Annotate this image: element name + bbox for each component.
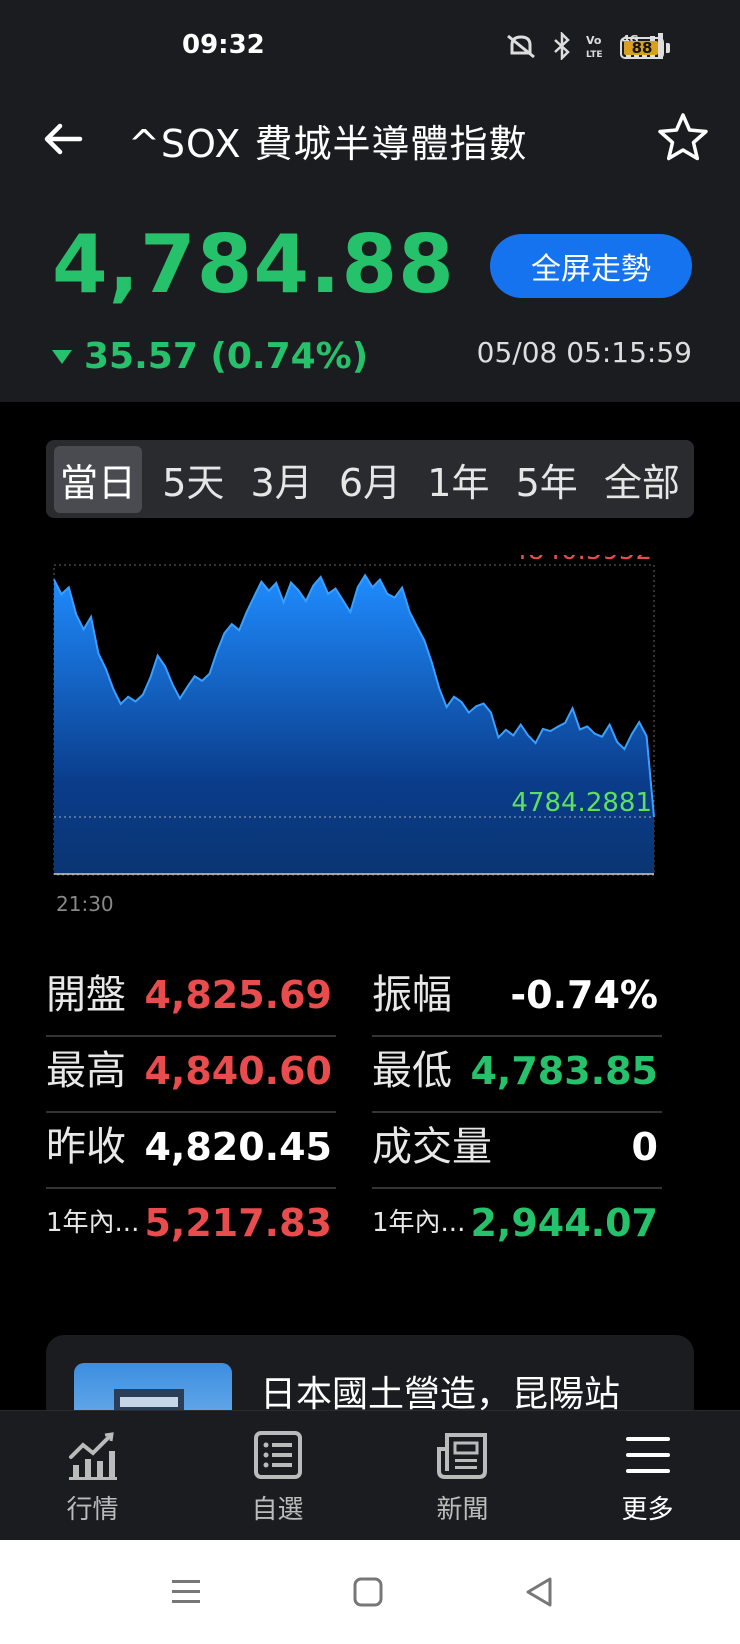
page-title: ^SOX 費城半導體指數	[128, 122, 528, 166]
stat-low: 最低 4,783.85	[372, 1031, 662, 1111]
x-start-label: 21:30	[56, 892, 114, 916]
triangle-down-icon	[52, 349, 72, 364]
nav-label: 更多	[621, 1494, 674, 1525]
nav-news[interactable]: 新聞	[403, 1427, 523, 1526]
stat-label: 昨收	[46, 1124, 126, 1170]
stat-52w-low: 1年內... 2,944.07	[372, 1183, 662, 1263]
mute-icon	[507, 34, 535, 59]
battery-text: 88	[631, 39, 653, 57]
list-icon	[253, 1430, 302, 1479]
tab-5d[interactable]: 5天	[156, 446, 230, 513]
stat-open: 開盤 4,825.69	[46, 955, 336, 1035]
fullscreen-chart-button[interactable]: 全屏走勢	[490, 234, 692, 298]
tab-5y[interactable]: 5年	[510, 446, 584, 513]
stat-value: 4,825.69	[144, 973, 332, 1017]
nav-more[interactable]: 更多	[588, 1427, 708, 1526]
nav-label: 行情	[66, 1494, 119, 1525]
home-icon[interactable]	[348, 1572, 388, 1612]
nav-label: 新聞	[436, 1494, 489, 1525]
stat-value: 2,944.07	[470, 1201, 658, 1245]
stat-volume: 成交量 0	[372, 1107, 662, 1187]
stat-label: 1年內...	[372, 1208, 466, 1238]
system-nav-bar	[0, 1540, 740, 1644]
stat-label: 最低	[372, 1048, 452, 1094]
price-change-text: 35.57 (0.74%)	[84, 336, 369, 377]
battery-tip	[666, 43, 670, 53]
chart-trend-icon	[68, 1431, 117, 1480]
bottom-nav: 行情 自選 新聞 更多	[0, 1410, 740, 1541]
intraday-chart[interactable]: 4840.5952 4784.2881 21:30	[50, 555, 690, 955]
stat-label: 開盤	[46, 972, 126, 1018]
bluetooth-icon	[554, 32, 570, 60]
tab-intraday[interactable]: 當日	[54, 445, 143, 513]
price-area	[54, 575, 654, 874]
stat-52w-high: 1年內... 5,217.83	[46, 1183, 336, 1263]
nav-market[interactable]: 行情	[33, 1427, 153, 1526]
quote-timestamp: 05/08 05:15:59	[476, 336, 692, 369]
stat-label: 最高	[46, 1048, 126, 1094]
newspaper-icon	[436, 1432, 487, 1479]
stat-value: 0	[631, 1125, 658, 1169]
arrow-left-icon[interactable]	[40, 115, 88, 163]
stat-value: 5,217.83	[144, 1201, 332, 1245]
stat-value: -0.74%	[510, 973, 658, 1017]
stat-high: 最高 4,840.60	[46, 1031, 336, 1111]
stat-value: 4,820.45	[144, 1125, 332, 1169]
back-triangle-icon[interactable]	[520, 1572, 560, 1612]
price-change: 35.57 (0.74%)	[52, 336, 368, 377]
stat-label: 振幅	[372, 972, 452, 1018]
svg-text:Vo: Vo	[586, 34, 602, 47]
stat-prev-close: 昨收 4,820.45	[46, 1107, 336, 1187]
status-time: 09:32	[182, 30, 265, 60]
star-outline-icon[interactable]	[655, 110, 711, 166]
recents-icon[interactable]	[166, 1572, 206, 1612]
volte-icon: Vo LTE	[586, 34, 603, 60]
nav-watchlist[interactable]: 自選	[218, 1427, 338, 1526]
menu-icon	[625, 1436, 670, 1473]
svg-text:LTE: LTE	[586, 50, 603, 60]
tab-6m[interactable]: 6月	[333, 446, 407, 513]
current-price: 4,784.88	[52, 218, 455, 311]
max-label: 4840.5952	[511, 555, 652, 566]
tab-1y[interactable]: 1年	[421, 446, 495, 513]
min-label: 4784.2881	[511, 788, 652, 818]
stat-label: 成交量	[372, 1124, 492, 1170]
tab-3m[interactable]: 3月	[245, 446, 319, 513]
nav-label: 自選	[251, 1494, 304, 1525]
tab-all[interactable]: 全部	[598, 446, 686, 513]
stat-value: 4,783.85	[470, 1049, 658, 1093]
range-tabs: 當日 5天 3月 6月 1年 5年 全部	[46, 440, 694, 518]
battery-icon: 88	[620, 37, 664, 59]
stat-label: 1年內...	[46, 1208, 140, 1238]
stat-value: 4,840.60	[144, 1049, 332, 1093]
stat-amplitude: 振幅 -0.74%	[372, 955, 662, 1035]
